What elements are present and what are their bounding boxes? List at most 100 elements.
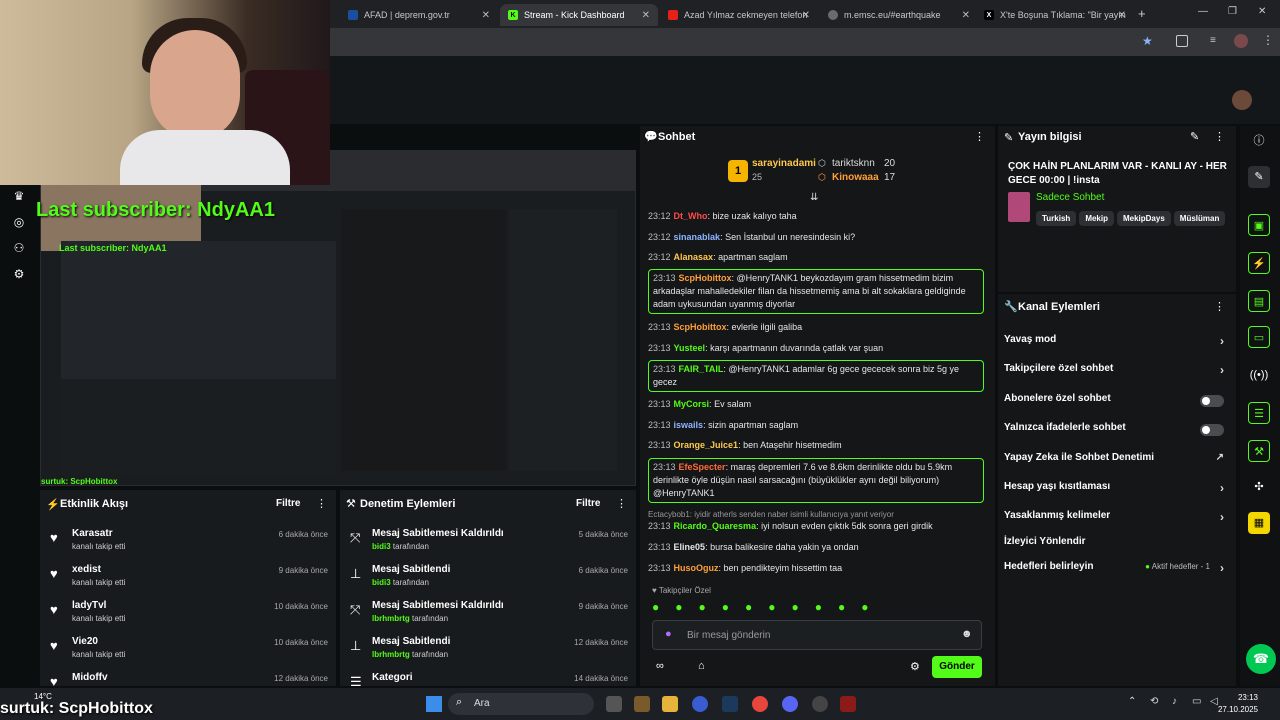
app-icon[interactable] bbox=[634, 696, 650, 712]
flash-icon[interactable]: ⚡ bbox=[1248, 252, 1270, 274]
emoji-icon[interactable]: ☻ bbox=[961, 628, 973, 640]
users-icon[interactable]: ⚇ bbox=[11, 241, 27, 257]
tray-expand-icon[interactable]: ⌃ bbox=[1128, 696, 1136, 707]
microphone-icon[interactable]: ● bbox=[665, 628, 672, 640]
more-vert-icon[interactable]: ⋮ bbox=[974, 130, 985, 143]
chat-username[interactable]: Orange_Juice1 bbox=[674, 440, 739, 450]
set-goals-action[interactable]: Hedefleri belirleyin ● Aktif hedefler - 1… bbox=[1004, 561, 1226, 583]
browser-tab[interactable]: Azad Yılmaz cekmeyen telefon ✕ bbox=[660, 4, 818, 26]
tag[interactable]: Mekip bbox=[1079, 211, 1114, 226]
close-icon[interactable]: ✕ bbox=[962, 10, 970, 21]
chat-username[interactable]: sinanablak bbox=[674, 232, 721, 242]
banned-words-action[interactable]: Yasaklanmış kelimeler › bbox=[1004, 510, 1226, 532]
support-chat-icon[interactable]: ☎ bbox=[1246, 644, 1276, 674]
taskbar-search[interactable]: ⌕ Ara bbox=[448, 693, 594, 715]
broadcast-icon[interactable]: ((•)) bbox=[1248, 364, 1270, 386]
browser-tab[interactable]: m.emsc.eu/#earthquake ✕ bbox=[820, 4, 978, 26]
mic-icon[interactable]: ♪ bbox=[1172, 696, 1177, 707]
chat-username[interactable]: ScpHobittox bbox=[679, 273, 732, 283]
chat-username[interactable]: Yusteel bbox=[674, 343, 706, 353]
steam-icon[interactable] bbox=[722, 696, 738, 712]
menu-list-icon[interactable]: ≡ bbox=[1210, 35, 1216, 46]
browser-tab[interactable]: X X'te Boşuna Tıklama: "Bir yayın ✕ bbox=[976, 4, 1134, 26]
moderation-filter-button[interactable]: Filtre bbox=[576, 498, 600, 509]
chat-username[interactable]: Alanasax bbox=[674, 252, 714, 262]
chat-username[interactable]: HusoOguz bbox=[674, 563, 719, 573]
new-tab-icon[interactable]: + bbox=[1138, 6, 1146, 21]
clock-time[interactable]: 23:13 bbox=[1218, 693, 1258, 702]
clock-date[interactable]: 27.10.2025 bbox=[1200, 705, 1258, 714]
tag[interactable]: Müslüman bbox=[1173, 211, 1226, 226]
edit-pencil-icon[interactable]: ✎ bbox=[1248, 166, 1270, 188]
browser-tab[interactable]: AFAD | deprem.gov.tr ✕ bbox=[340, 4, 498, 26]
account-age-action[interactable]: Hesap yaşı kısıtlaması › bbox=[1004, 481, 1226, 503]
profile-avatar[interactable] bbox=[1234, 34, 1248, 48]
activity-filter-button[interactable]: Filtre bbox=[276, 498, 300, 509]
tag[interactable]: MekipDays bbox=[1116, 211, 1171, 226]
file-explorer-icon[interactable] bbox=[662, 696, 678, 712]
network-icon[interactable]: ⟲ bbox=[1150, 696, 1158, 707]
chat-icon[interactable]: ▭ bbox=[1248, 326, 1270, 348]
close-icon[interactable]: ✕ bbox=[642, 10, 650, 21]
screenshot-icon[interactable]: ▣ bbox=[1248, 214, 1270, 236]
chat-username[interactable]: ScpHobittox bbox=[674, 322, 727, 332]
chat-username[interactable]: Eline05 bbox=[674, 542, 706, 552]
host-action[interactable]: İzleyici Yönlendir bbox=[1004, 536, 1226, 558]
more-vert-icon[interactable]: ⋮ bbox=[1262, 33, 1274, 47]
stream-category[interactable]: Sadece Sohbet bbox=[1036, 192, 1104, 203]
app-icon[interactable] bbox=[840, 696, 856, 712]
close-icon[interactable]: ✕ bbox=[802, 10, 810, 21]
ai-moderation-action[interactable]: Yapay Zeka ile Sohbet Denetimi ↗ bbox=[1004, 452, 1226, 474]
moderator-name[interactable]: lbrhmbrtg bbox=[372, 650, 410, 659]
app-icon[interactable] bbox=[692, 696, 708, 712]
obs-icon[interactable] bbox=[812, 696, 828, 712]
chat-username[interactable]: Dt_Who bbox=[674, 211, 708, 221]
more-vert-icon[interactable]: ⋮ bbox=[316, 497, 327, 510]
browser-tab-active[interactable]: K Stream - Kick Dashboard ✕ bbox=[500, 4, 658, 26]
top-gifter-name[interactable]: sarayinadami bbox=[752, 158, 816, 169]
edit-pencil-icon[interactable]: ✎ bbox=[1190, 130, 1199, 143]
task-view-icon[interactable] bbox=[606, 696, 622, 712]
gift-icon[interactable]: ▦ bbox=[1248, 512, 1270, 534]
trophy-icon[interactable]: ♛ bbox=[11, 189, 27, 205]
emotes-only-toggle[interactable] bbox=[1200, 424, 1224, 436]
slow-mode-action[interactable]: Yavaş mod › bbox=[1004, 334, 1226, 356]
target-icon[interactable]: ◎ bbox=[11, 215, 27, 231]
close-icon[interactable]: ✕ bbox=[1118, 10, 1126, 21]
discord-icon[interactable] bbox=[782, 696, 798, 712]
more-vert-icon[interactable]: ⋮ bbox=[1214, 300, 1225, 313]
moderator-name[interactable]: bidi3 bbox=[372, 542, 391, 551]
send-button[interactable]: Gönder bbox=[932, 656, 982, 678]
tools-icon[interactable]: ⚒ bbox=[1248, 440, 1270, 462]
clipboard-icon[interactable]: ▤ bbox=[1248, 290, 1270, 312]
chat-username[interactable]: EfeSpecter bbox=[679, 462, 726, 472]
chat-username[interactable]: Ricardo_Quaresma bbox=[674, 521, 757, 531]
close-icon[interactable]: ✕ bbox=[482, 10, 490, 21]
category-thumbnail[interactable] bbox=[1008, 192, 1030, 222]
chrome-icon[interactable] bbox=[752, 696, 768, 712]
more-vert-icon[interactable]: ⋮ bbox=[1214, 130, 1225, 143]
chat-settings-icon[interactable]: ⚙ bbox=[910, 660, 920, 673]
moderator-name[interactable]: bidi3 bbox=[372, 578, 391, 587]
rewards-icon[interactable]: ∞ bbox=[656, 660, 664, 672]
chat-username[interactable]: MyCorsi bbox=[674, 399, 710, 409]
info-icon[interactable]: ⓘ bbox=[1248, 130, 1270, 152]
windows-start-icon[interactable] bbox=[426, 696, 442, 712]
chat-username[interactable]: FAIR_TAIL bbox=[679, 364, 724, 374]
emote-bar[interactable]: ●●●●●●●●●● bbox=[652, 600, 982, 616]
maximize-icon[interactable]: ❐ bbox=[1228, 6, 1237, 17]
scroll-down-icon[interactable]: ⇊ bbox=[810, 192, 818, 203]
stack-icon[interactable]: ☰ bbox=[1248, 402, 1270, 424]
extensions-icon[interactable] bbox=[1176, 35, 1188, 47]
more-vert-icon[interactable]: ⋮ bbox=[616, 497, 627, 510]
gifter-name[interactable]: Kinowaaa bbox=[832, 172, 879, 183]
minimize-icon[interactable]: — bbox=[1198, 6, 1208, 17]
bookmark-star-icon[interactable]: ★ bbox=[1142, 34, 1153, 48]
gifter-name[interactable]: tariktsknn bbox=[832, 158, 875, 169]
tag[interactable]: Turkish bbox=[1036, 211, 1077, 226]
subscribers-only-toggle[interactable] bbox=[1200, 395, 1224, 407]
followers-only-action[interactable]: Takipçilere özel sohbet › bbox=[1004, 363, 1226, 385]
moderator-name[interactable]: lbrhmbrtg bbox=[372, 614, 410, 623]
window-close-icon[interactable]: ✕ bbox=[1258, 6, 1266, 17]
apps-icon[interactable]: ✣ bbox=[1248, 476, 1270, 498]
